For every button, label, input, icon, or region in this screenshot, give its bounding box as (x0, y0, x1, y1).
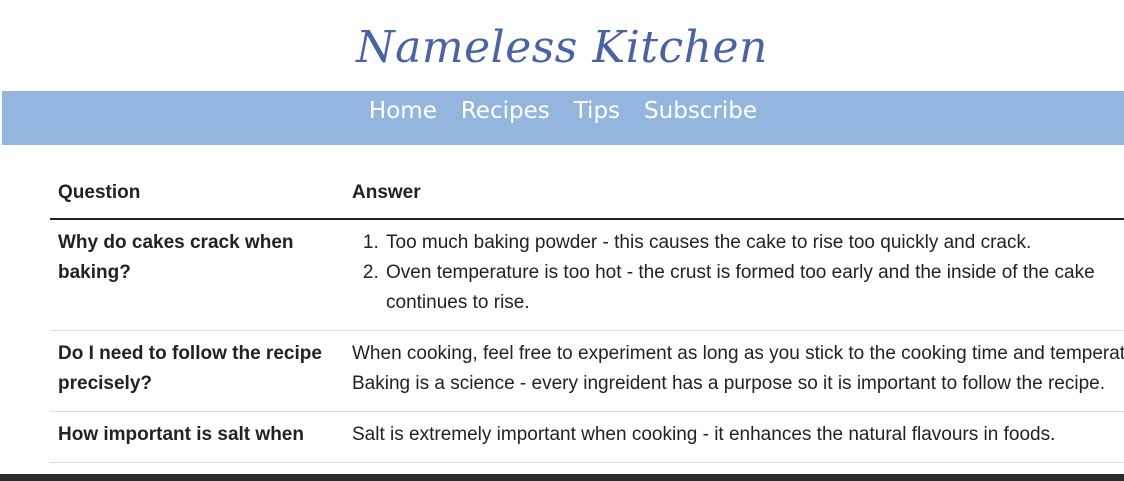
table-row: How important is salt when Salt is extre… (50, 411, 1124, 463)
answer-list-item: Too much baking powder - this causes the… (384, 228, 1124, 258)
answer-list: Too much baking powder - this causes the… (352, 228, 1124, 318)
question-column-header: Question (50, 168, 344, 220)
navbar: Home Recipes Tips Subscribe (2, 91, 1124, 145)
nav-recipes-link[interactable]: Recipes (461, 94, 550, 128)
window-bottom-edge (0, 474, 1124, 481)
question-cell: Why do cakes crack when baking? (50, 219, 344, 331)
nav-subscribe-link[interactable]: Subscribe (644, 94, 757, 128)
answer-text: Baking is a science - every ingreident h… (352, 373, 1105, 394)
faq-table-container: Question Answer Why do cakes crack when … (50, 168, 1124, 463)
table-row: Why do cakes crack when baking? Too much… (50, 219, 1124, 331)
question-cell: How important is salt when (50, 411, 344, 463)
faq-table: Question Answer Why do cakes crack when … (50, 168, 1124, 463)
answer-column-header: Answer (344, 168, 1124, 220)
answer-cell: When cooking, feel free to experiment as… (344, 330, 1124, 412)
question-cell: Do I need to follow the recipe precisely… (50, 330, 344, 412)
answer-text: Salt is extremely important when cooking… (352, 424, 1056, 445)
table-header-row: Question Answer (50, 168, 1124, 220)
site-title: Nameless Kitchen (356, 22, 768, 73)
table-row: Do I need to follow the recipe precisely… (50, 330, 1124, 412)
nav-home-link[interactable]: Home (369, 94, 437, 128)
answer-cell: Too much baking powder - this causes the… (344, 219, 1124, 331)
nav-tips-link[interactable]: Tips (574, 94, 620, 128)
answer-text: When cooking, feel free to experiment as… (352, 343, 1124, 364)
nav-menu: Home Recipes Tips Subscribe (2, 94, 1124, 128)
answer-cell: Salt is extremely important when cooking… (344, 411, 1124, 463)
answer-list-item: Oven temperature is too hot - the crust … (384, 258, 1124, 318)
